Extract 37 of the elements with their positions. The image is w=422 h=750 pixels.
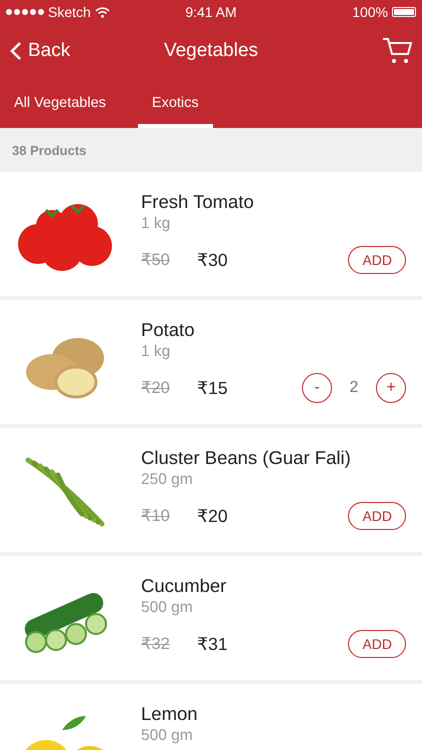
sale-price: ₹31	[197, 634, 228, 654]
signal-icon	[6, 9, 44, 15]
add-button[interactable]: ADD	[348, 630, 406, 658]
battery-level: 100%	[352, 4, 388, 20]
product-weight: 250 gm	[141, 471, 194, 488]
product-name: Cucumber	[141, 575, 228, 597]
decrease-button[interactable]: -	[302, 373, 332, 403]
wifi-icon	[94, 6, 110, 18]
back-button[interactable]: Back	[10, 40, 70, 62]
screen-title: Vegetables	[164, 40, 258, 61]
tab[interactable]: All Vegetables	[0, 78, 120, 128]
product-name: Potato	[141, 319, 196, 341]
product-weight: 500 gm	[141, 727, 194, 744]
add-button[interactable]: ADD	[348, 246, 406, 274]
add-button[interactable]: ADD	[348, 502, 406, 530]
product-name: Lemon	[141, 703, 199, 725]
sale-price: ₹15	[197, 378, 228, 398]
original-price: ₹20	[141, 378, 171, 398]
sale-price: ₹20	[197, 506, 228, 526]
increase-button[interactable]: +	[376, 373, 406, 403]
product-count: 38 Products	[12, 142, 86, 158]
chevron-left-icon	[10, 41, 22, 61]
carrier-name: Sketch	[48, 4, 91, 20]
quantity: 2	[348, 379, 360, 397]
product-name: Cluster Beans (Guar Fali)	[141, 447, 352, 469]
product-name: Fresh Tomato	[141, 191, 255, 213]
status-time: 9:41 AM	[185, 4, 237, 20]
product-weight: 1 kg	[141, 343, 172, 360]
original-price: ₹32	[141, 634, 171, 654]
tab[interactable]: Exotics	[138, 78, 213, 128]
cart-icon[interactable]	[382, 37, 412, 65]
original-price: ₹50	[141, 250, 171, 270]
product-weight: 500 gm	[141, 599, 194, 616]
product-weight: 1 kg	[141, 215, 172, 232]
sale-price: ₹30	[197, 250, 228, 270]
battery-icon	[392, 7, 416, 17]
original-price: ₹10	[141, 506, 171, 526]
